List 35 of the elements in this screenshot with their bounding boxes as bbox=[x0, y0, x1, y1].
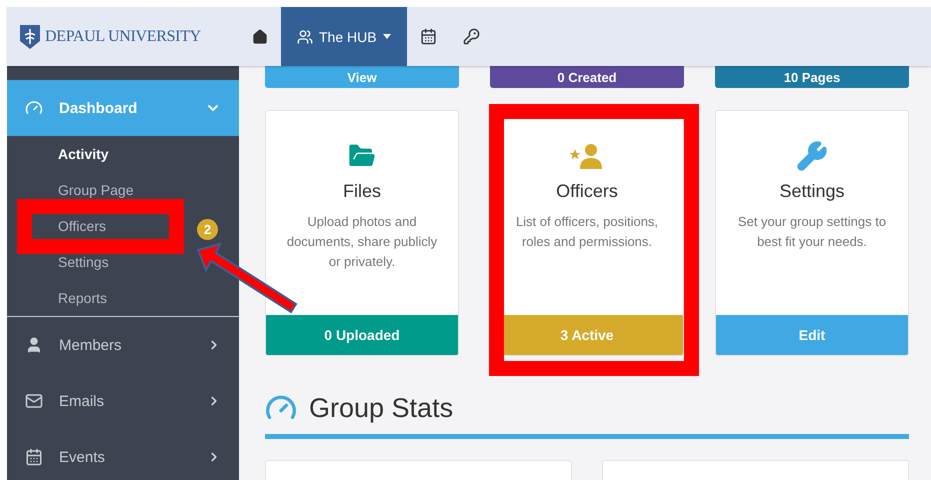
wrench-icon bbox=[796, 140, 828, 172]
person-icon bbox=[25, 336, 43, 354]
calendar-icon bbox=[25, 448, 43, 466]
sidebar-item[interactable]: Emails bbox=[7, 373, 239, 429]
group-menu-tab[interactable]: The HUB bbox=[281, 7, 407, 66]
card-description: Set your group settings to best fit your needs. bbox=[736, 213, 888, 251]
caret-icon bbox=[382, 34, 391, 39]
person-star-icon bbox=[569, 143, 605, 169]
card-description: Upload photos and documents, share publicly or privately. bbox=[286, 213, 438, 271]
sidebar-subitem[interactable]: Officers bbox=[58, 217, 106, 235]
card-footer-button[interactable]: 0 Created bbox=[490, 66, 684, 88]
people-icon bbox=[297, 28, 313, 44]
mail-icon bbox=[25, 392, 43, 410]
sidebar-item[interactable]: Dashboard bbox=[7, 80, 239, 136]
card-title: Files bbox=[342, 181, 381, 202]
card-title: Settings bbox=[779, 181, 845, 202]
card-footer-button[interactable]: 0 Uploaded bbox=[266, 315, 458, 355]
home-icon bbox=[252, 28, 268, 44]
university-logo-text: DEPAUL UNIVERSITY bbox=[45, 28, 201, 46]
section-heading: Group Stats bbox=[309, 392, 454, 424]
card-footer-button[interactable]: View bbox=[265, 66, 459, 88]
shield-logo-icon bbox=[19, 24, 41, 50]
sidebar-subitem[interactable]: Activity bbox=[58, 145, 109, 163]
sidebar-subitem[interactable]: Reports bbox=[58, 289, 108, 307]
gauge-icon bbox=[25, 99, 43, 117]
sidebar-subitem[interactable]: Settings bbox=[58, 253, 109, 271]
sidebar-subitem[interactable]: Group Page bbox=[58, 181, 134, 199]
key-icon bbox=[462, 28, 480, 45]
card-title: Officers bbox=[556, 181, 618, 202]
sidebar-item[interactable]: Events bbox=[7, 429, 239, 480]
sidebar-item[interactable]: Members bbox=[7, 317, 239, 373]
card-footer-button[interactable]: Edit bbox=[716, 315, 908, 355]
card-description: List of officers, positions, roles and permissions. bbox=[514, 213, 660, 251]
card-footer-button[interactable]: 10 Pages bbox=[715, 66, 909, 88]
calendar-icon bbox=[420, 28, 437, 45]
